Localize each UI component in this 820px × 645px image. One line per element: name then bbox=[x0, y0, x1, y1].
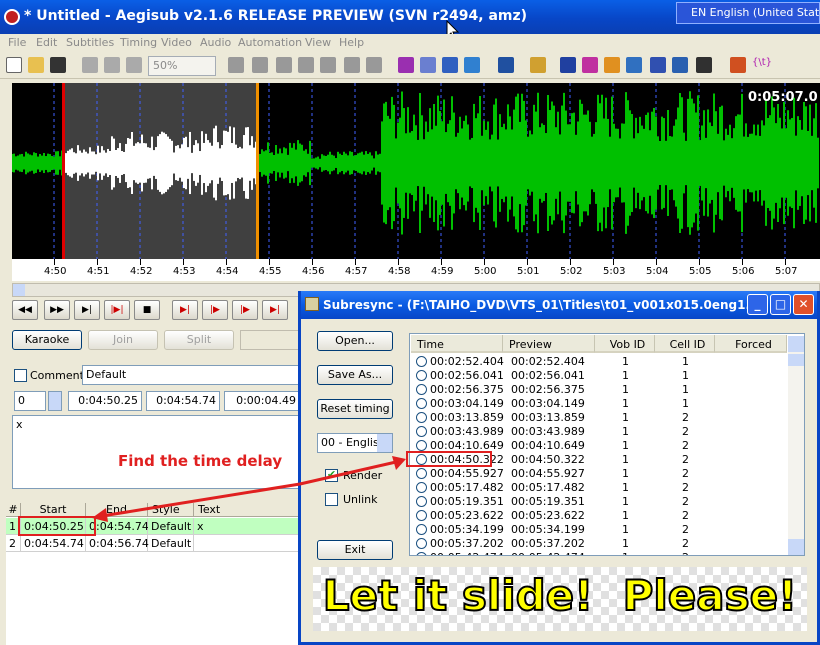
annotation-arrows bbox=[92, 456, 406, 522]
